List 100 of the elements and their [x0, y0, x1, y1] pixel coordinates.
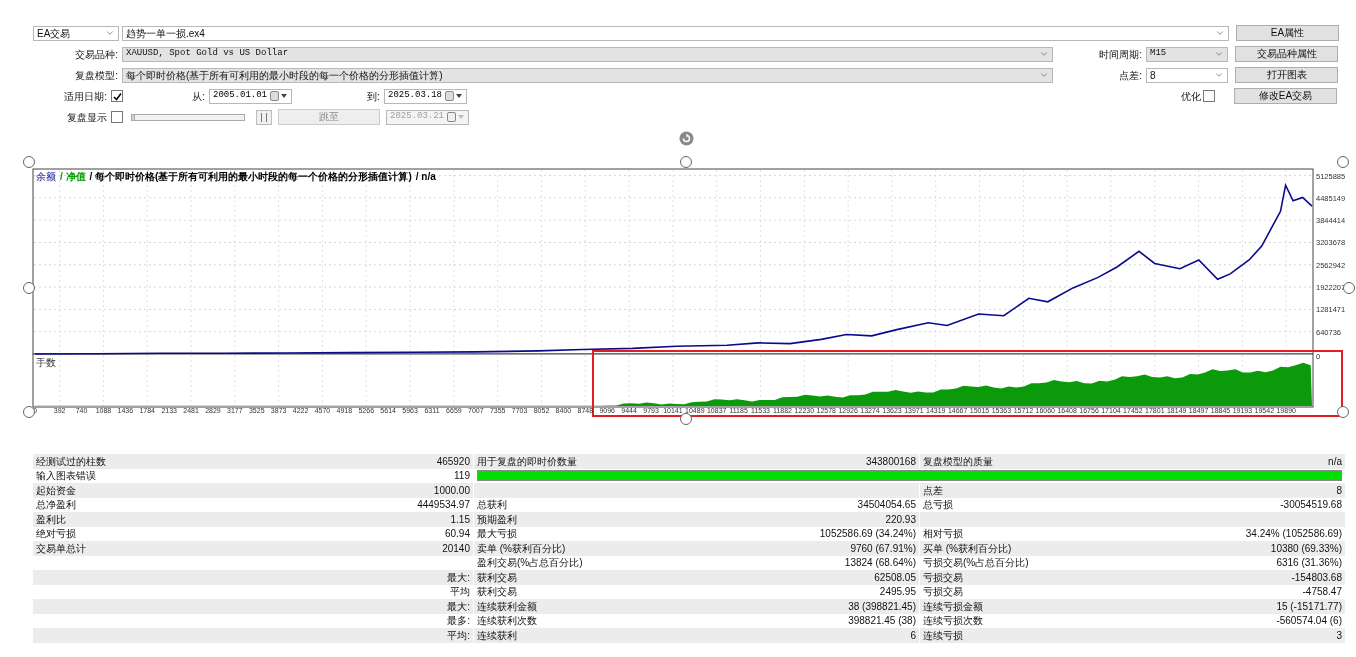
- stat-value: 220.93: [885, 512, 916, 527]
- stat-label: 获利交易: [477, 585, 517, 600]
- stat-value: 1052586.69 (34.24%): [819, 527, 916, 542]
- symbol-select[interactable]: XAUUSD, Spot Gold vs US Dollar: [122, 46, 1053, 62]
- calendar-icon: [270, 91, 288, 101]
- stat-value: 最大:: [447, 570, 470, 585]
- stat-value: 10380 (69.33%): [1270, 541, 1342, 556]
- legend-text: / n/a: [415, 171, 436, 182]
- stat-value: 最大:: [447, 599, 470, 614]
- stat-value: 343800168: [865, 454, 916, 469]
- stat-value: 6: [910, 628, 916, 643]
- action-button[interactable]: EA属性: [1236, 25, 1339, 41]
- stat-label: 亏损交易: [923, 585, 963, 600]
- stat-value: 4449534.97: [417, 498, 470, 513]
- spread-select[interactable]: 8: [1146, 67, 1228, 83]
- stat-label: 连续亏损: [923, 628, 963, 643]
- action-button[interactable]: 打开图表: [1235, 67, 1338, 83]
- stat-value: -154803.68: [1291, 570, 1342, 585]
- stat-label: 连续获利次数: [477, 614, 537, 629]
- pause-button[interactable]: [256, 109, 272, 125]
- stat-label: 交易单总计: [36, 541, 86, 556]
- resize-handle[interactable]: [23, 406, 35, 418]
- date-field[interactable]: 2025.03.18: [384, 88, 467, 104]
- field-label: 交易品种:: [74, 47, 119, 62]
- stat-value: 9760 (67.91%): [850, 541, 916, 556]
- stat-label: 盈利比: [36, 512, 66, 527]
- legend-text: / 净值: [60, 171, 86, 182]
- checkbox[interactable]: [1203, 90, 1215, 102]
- resize-handle[interactable]: [1343, 282, 1355, 294]
- caret-icon: [1215, 28, 1225, 38]
- stat-label: 卖单 (%获利百分比): [477, 541, 566, 556]
- resize-handle[interactable]: [1337, 156, 1349, 168]
- stat-value: 34.24% (1052586.69): [1245, 527, 1342, 542]
- stat-value: 2495.95: [879, 585, 916, 600]
- stat-label: 总净盈利: [36, 498, 76, 513]
- stat-value: 3: [1336, 628, 1342, 643]
- legend-text: / 每个即时价格(基于所有可利用的最小时段的每一个价格的分形插值计算): [89, 171, 412, 182]
- stat-value: 60.94: [444, 527, 470, 542]
- stat-value: 38 (398821.45): [848, 599, 916, 614]
- expert-file-field[interactable]: 趋势一单一损.ex4: [122, 25, 1229, 41]
- stat-label: 复盘模型的质量: [923, 454, 993, 469]
- field-label: 优化: [1181, 89, 1202, 104]
- rotate-handle-icon: [679, 131, 694, 146]
- checkbox[interactable]: [111, 111, 123, 123]
- pane-label: 手数: [36, 357, 56, 368]
- stat-label: 买单 (%获利百分比): [923, 541, 1012, 556]
- resize-handle[interactable]: [680, 156, 692, 168]
- calendar-icon: [445, 91, 463, 101]
- period-select[interactable]: M15: [1146, 46, 1228, 62]
- action-button[interactable]: 修改EA交易: [1234, 88, 1337, 104]
- field-label: 复盘模型:: [74, 68, 119, 83]
- stat-label: 最大亏损: [477, 527, 517, 542]
- stat-label: 起始资金: [36, 483, 76, 498]
- stat-label: 盈利交易(%占总百分比): [477, 556, 583, 571]
- stat-value: 62508.05: [874, 570, 916, 585]
- stat-value: -560574.04 (6): [1276, 614, 1342, 629]
- caret-icon: [1039, 49, 1049, 59]
- resize-handle[interactable]: [1337, 406, 1349, 418]
- caret-icon: [1039, 70, 1049, 80]
- resize-handle[interactable]: [23, 282, 35, 294]
- calendar-icon: [447, 112, 465, 122]
- resize-handle[interactable]: [680, 413, 692, 425]
- stat-label: 连续获利金额: [477, 599, 537, 614]
- stat-label: 预期盈利: [477, 512, 517, 527]
- stat-label: 点差: [923, 483, 943, 498]
- expert-select[interactable]: EA交易: [33, 25, 119, 41]
- stat-value: 平均:: [447, 628, 470, 643]
- legend-text: 余额: [36, 171, 56, 182]
- stat-value: 119: [454, 469, 470, 484]
- stat-value: 465920: [436, 454, 470, 469]
- stat-value: n/a: [1328, 454, 1342, 469]
- stat-label: 亏损交易(%占总百分比): [923, 556, 1029, 571]
- stat-label: 总亏损: [923, 498, 953, 513]
- stat-value: 398821.45 (38): [848, 614, 916, 629]
- stat-value: 15 (-15171.77): [1276, 599, 1342, 614]
- stat-label: 总获利: [477, 498, 507, 513]
- stat-value: 13824 (68.64%): [844, 556, 916, 571]
- resize-handle[interactable]: [23, 156, 35, 168]
- action-button[interactable]: 交易品种属性: [1235, 46, 1338, 62]
- stat-label: 绝对亏损: [36, 527, 76, 542]
- field-label: 适用日期:: [63, 89, 108, 104]
- stat-label: 相对亏损: [923, 527, 963, 542]
- model-select[interactable]: 每个即时价格(基于所有可利用的最小时段的每一个价格的分形插值计算): [122, 67, 1053, 83]
- stat-value: 8: [1336, 483, 1342, 498]
- stat-value: 34504054.65: [857, 498, 916, 513]
- stat-label: 输入图表错误: [36, 469, 96, 484]
- field-label: 时间周期:: [1098, 47, 1143, 62]
- stat-label: 获利交易: [477, 570, 517, 585]
- speed-slider-thumb[interactable]: [132, 114, 135, 120]
- stat-value: -4758.47: [1302, 585, 1342, 600]
- field-label: 复盘显示: [66, 110, 108, 125]
- caret-icon: [1214, 49, 1224, 59]
- field-label: 到:: [367, 89, 381, 104]
- stat-label: 用于复盘的即时价数量: [477, 454, 577, 469]
- checkbox[interactable]: [111, 90, 123, 102]
- date-field[interactable]: 2005.01.01: [209, 88, 292, 104]
- field-label: 从:: [192, 89, 206, 104]
- stat-value: 1000.00: [433, 483, 470, 498]
- field-label: 点差:: [1118, 68, 1143, 83]
- caret-icon: [105, 28, 115, 38]
